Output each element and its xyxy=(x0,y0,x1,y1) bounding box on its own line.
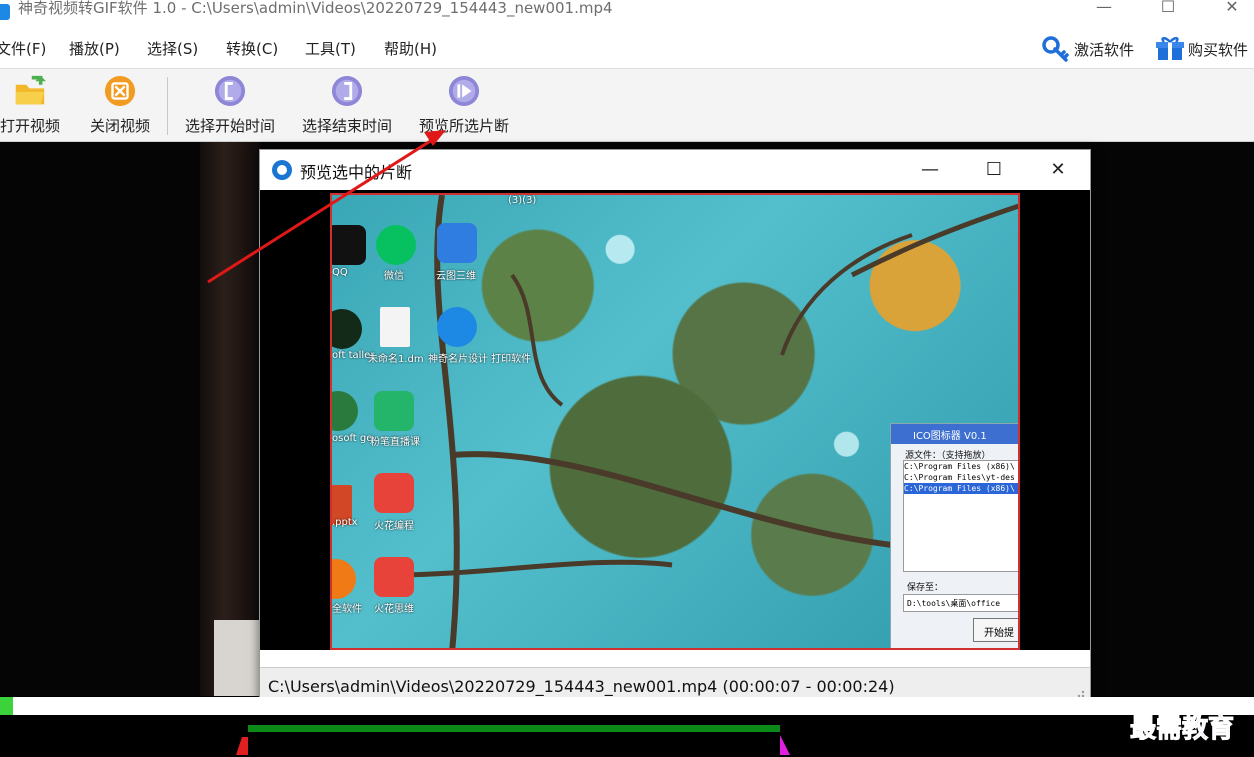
file-desktop-icon[interactable] xyxy=(380,307,410,347)
preview-app-icon xyxy=(272,160,292,180)
ico-file-row[interactable]: C:\Program Files\yt-des xyxy=(904,472,1018,483)
ico-start-button[interactable]: 开始提 xyxy=(973,618,1018,642)
ico-tool-title: ICO图标器 V0.1 xyxy=(891,424,1018,444)
desktop-label-cloud3d: 云图三维 xyxy=(436,271,476,282)
start-marker-icon[interactable] xyxy=(236,737,248,755)
ico-tool-window: ICO图标器 V0.1 源文件：（支持拖放） C:\Program Files … xyxy=(890,423,1018,648)
toolbar: 打开视频 关闭视频 选择开始时间 选择结束时间 预览所选片断 xyxy=(0,68,1254,142)
select-start-label: 选择开始时间 xyxy=(184,117,275,135)
activate-link[interactable]: 激活软件 xyxy=(1042,36,1134,62)
video-frame-strip xyxy=(200,142,260,696)
preview-close-button[interactable]: ✕ xyxy=(1036,156,1080,184)
preview-spacer xyxy=(260,650,1090,667)
desktop-label-wechat: 微信 xyxy=(384,271,404,282)
desktop-label-spark-coding: 火花编程 xyxy=(374,521,414,532)
activate-label: 激活软件 xyxy=(1074,40,1135,59)
qq-desktop-icon[interactable] xyxy=(332,225,366,265)
playback-progress-fill xyxy=(0,697,13,715)
preview-dialog-titlebar: 预览选中的片断 — ☐ ✕ xyxy=(260,150,1090,190)
menu-file[interactable]: 文件(F) xyxy=(0,38,46,59)
selected-range-bar xyxy=(248,725,780,732)
desktop-label-edge: osoft ge xyxy=(332,433,373,444)
desktop-label-security: 全软件 xyxy=(332,604,362,615)
window-title: 神奇视频转GIF软件 1.0 - C:\Users\admin\Videos\2… xyxy=(18,0,613,17)
app-icon xyxy=(0,4,10,20)
watermark: 最需教育 xyxy=(1129,714,1235,745)
preview-play-icon xyxy=(448,75,480,107)
menu-convert[interactable]: 转换(C) xyxy=(226,38,278,59)
end-marker-icon[interactable] xyxy=(780,735,790,755)
video-frame-detail xyxy=(214,620,264,696)
bracket-start-icon xyxy=(214,75,246,107)
toolbar-separator xyxy=(167,77,168,135)
wechat-desktop-icon[interactable] xyxy=(376,225,416,265)
menu-play[interactable]: 播放(P) xyxy=(69,38,120,59)
menu-bar: 文件(F) 播放(P) 选择(S) 转换(C) 工具(T) 帮助(H) 激活软件… xyxy=(0,28,1254,68)
ico-save-path[interactable]: D:\tools\桌面\office xyxy=(903,594,1018,612)
card-design-desktop-icon[interactable] xyxy=(437,307,477,347)
title-bar: 神奇视频转GIF软件 1.0 - C:\Users\admin\Videos\2… xyxy=(0,0,1254,28)
menu-select[interactable]: 选择(S) xyxy=(147,38,198,59)
ico-save-label: 保存至： xyxy=(907,583,944,593)
buy-link[interactable]: 购买软件 xyxy=(1156,36,1248,62)
desktop-label-pptx: .pptx xyxy=(332,517,358,528)
maximize-button[interactable]: ☐ xyxy=(1148,0,1188,20)
buy-label: 购买软件 xyxy=(1188,40,1249,59)
minimize-button[interactable]: — xyxy=(1084,0,1124,20)
select-end-button[interactable]: 选择结束时间 xyxy=(293,75,401,139)
playback-progress-bar[interactable] xyxy=(0,697,1254,715)
desktop-label-fenbi: 粉笔直播课 xyxy=(370,437,420,448)
select-end-label: 选择结束时间 xyxy=(301,117,392,135)
desktop-label-file: 未命名1.dm xyxy=(368,354,424,365)
spark-thinking-desktop-icon[interactable] xyxy=(374,557,414,597)
gift-icon xyxy=(1156,37,1184,60)
close-video-label: 关闭视频 xyxy=(89,117,150,135)
select-start-button[interactable]: 选择开始时间 xyxy=(176,75,284,139)
cloud-3d-desktop-icon[interactable] xyxy=(437,223,477,263)
fenbi-desktop-icon[interactable] xyxy=(374,391,414,431)
desktop-label-spark-thinking: 火花思维 xyxy=(374,604,414,615)
open-folder-icon xyxy=(15,75,46,105)
preview-dialog: 预览选中的片断 — ☐ ✕ QQ 微信 云图三维 oft taller 未命名1… xyxy=(259,149,1091,705)
close-video-icon xyxy=(104,75,136,107)
preview-selection-label: 预览所选片断 xyxy=(418,117,509,135)
close-button[interactable]: ✕ xyxy=(1212,0,1252,20)
preview-status-text: C:\Users\admin\Videos\20220729_154443_ne… xyxy=(268,677,895,696)
close-video-button[interactable]: 关闭视频 xyxy=(84,75,156,139)
open-video-button[interactable]: 打开视频 xyxy=(0,75,66,139)
desktop-label-qq: QQ xyxy=(332,267,348,278)
preview-maximize-button[interactable]: ☐ xyxy=(972,156,1016,184)
preview-frame: QQ 微信 云图三维 oft taller 未命名1.dm 神奇名片设计 打印软… xyxy=(330,193,1020,650)
preview-selection-button[interactable]: 预览所选片断 xyxy=(410,75,518,139)
menu-help[interactable]: 帮助(H) xyxy=(384,38,437,59)
ico-file-row-selected[interactable]: C:\Program Files (x86)\ xyxy=(904,483,1018,494)
bracket-end-icon xyxy=(331,75,363,107)
selection-timeline[interactable] xyxy=(0,715,1254,757)
open-video-label: 打开视频 xyxy=(0,117,60,135)
preview-body: QQ 微信 云图三维 oft taller 未命名1.dm 神奇名片设计 打印软… xyxy=(260,190,1090,650)
preview-minimize-button[interactable]: — xyxy=(908,156,952,184)
key-icon xyxy=(1042,36,1069,62)
ico-file-list[interactable]: C:\Program Files (x86)\ C:\Program Files… xyxy=(903,460,1018,572)
preview-dialog-title: 预览选中的片断 xyxy=(300,163,413,182)
desktop-label-top: (3)(3) xyxy=(508,195,537,206)
desktop-label-card-design: 神奇名片设计 打印软件 xyxy=(428,354,532,365)
spark-coding-desktop-icon[interactable] xyxy=(374,473,414,513)
ico-file-row[interactable]: C:\Program Files (x86)\ xyxy=(904,461,1018,472)
menu-tools[interactable]: 工具(T) xyxy=(305,38,356,59)
